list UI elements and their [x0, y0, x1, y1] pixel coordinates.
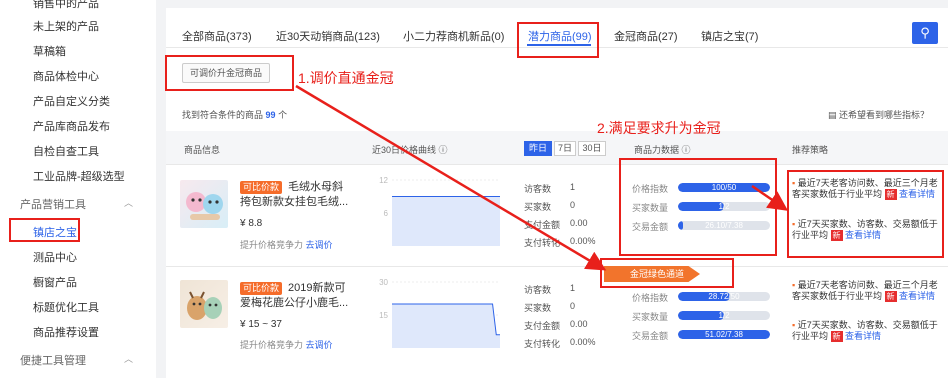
price-area — [392, 304, 500, 348]
sidebar-item-test-center[interactable]: 测品中心 — [33, 249, 77, 265]
tab-30day[interactable]: 近30天动销商品(123) — [276, 28, 380, 44]
sidebar-item-library-publish[interactable]: 产品库商品发布 — [33, 118, 110, 134]
tab-store-treasure[interactable]: 镇店之宝(7) — [701, 28, 758, 44]
power-bar: 51.02/7.38 — [678, 330, 770, 339]
chevron-up-icon[interactable]: ︿ — [124, 196, 133, 209]
adjust-price-link[interactable]: 去调价 — [306, 240, 333, 250]
tab-all[interactable]: 全部商品(373) — [182, 28, 252, 44]
price-curve-chart: 30 15 — [379, 278, 500, 348]
annotation-step-2: 2.满足要求升为金冠 — [597, 120, 721, 136]
product-price: ¥ 8.8 — [240, 218, 263, 229]
annotation-box-tab — [517, 22, 599, 58]
power-label-buyer-count: 买家数量 — [632, 312, 669, 322]
stat-value-buyers: 0 — [570, 200, 576, 210]
power-bar-text: 28.72/50 — [708, 292, 740, 301]
seg-yesterday[interactable]: 昨日 — [524, 141, 552, 156]
sidebar-item-showcase[interactable]: 橱窗产品 — [33, 274, 77, 290]
stat-label-conversion: 支付转化 — [524, 238, 561, 248]
stat-label-visitors: 访客数 — [524, 285, 552, 295]
power-bar: 28.72/50 — [678, 292, 770, 301]
search-button[interactable]: ⚲ — [912, 22, 938, 44]
strategy-item: ▪ 近7天买家数、访客数、交易额低于行业平均 新 查看详情 — [792, 320, 938, 342]
product-image[interactable] — [180, 180, 228, 228]
sidebar-item-title-optimize[interactable]: 标题优化工具 — [33, 299, 99, 315]
stat-value-conversion: 0.00% — [570, 337, 596, 347]
annotation-box-strategy — [787, 170, 944, 258]
sidebar-item-health-check[interactable]: 商品体检中心 — [33, 68, 99, 84]
price-tip: 提升价格竞争力 去调价 — [240, 240, 333, 250]
sidebar-item-unlisted[interactable]: 未上架的产品 — [33, 18, 99, 34]
search-icon: ⚲ — [920, 25, 930, 40]
annotation-box-filter — [165, 55, 294, 91]
sidebar-item-selling[interactable]: 销售中的产品 — [33, 0, 99, 11]
seg-7day[interactable]: 7日 — [554, 141, 576, 156]
chevron-up-icon[interactable]: ︿ — [124, 352, 133, 365]
product-title-link[interactable]: 2019新款可爱梅花鹿公仔小鹿毛... — [240, 281, 352, 311]
chart-tick-label: 6 — [384, 209, 389, 218]
stat-label-visitors: 访客数 — [524, 184, 552, 194]
annotation-box-sidebar — [9, 218, 80, 242]
col-product-info: 商品信息 — [184, 145, 221, 155]
chart-tick-label: 15 — [379, 311, 388, 320]
seg-30day[interactable]: 30日 — [578, 141, 606, 156]
table-row: 可比价款 2019新款可爱梅花鹿公仔小鹿毛... ¥ 15 ~ 37 提升价格竞… — [166, 268, 948, 378]
stat-value-payment: 0.00 — [570, 218, 588, 228]
stat-value-payment: 0.00 — [570, 319, 588, 329]
product-price: ¥ 15 ~ 37 — [240, 319, 282, 330]
chart-tick-label: 30 — [379, 278, 388, 287]
stat-label-payment: 支付金额 — [524, 220, 561, 230]
stat-label-payment: 支付金额 — [524, 321, 561, 331]
metrics-feedback-link[interactable]: ▤ 还希望看到哪些指标？ — [828, 108, 929, 121]
product-title-link[interactable]: 毛绒水母斜挎包新款女挂包毛绒... — [240, 180, 352, 210]
stat-label-conversion: 支付转化 — [524, 339, 561, 349]
table-header: 商品信息 近30日价格曲线 ⓘ 昨日 7日 30日 商品力数据 ⓘ 推荐策略 — [166, 131, 948, 165]
col-strategy: 推荐策略 — [792, 145, 829, 155]
power-bar-text: 51.02/7.38 — [705, 330, 743, 339]
tab-golden-crown[interactable]: 金冠商品(27) — [614, 28, 678, 44]
stat-value-conversion: 0.00% — [570, 236, 596, 246]
new-badge: 新 — [884, 291, 897, 302]
top-strip — [166, 0, 948, 8]
stat-value-buyers: 0 — [570, 301, 576, 311]
annotation-step-1: 1.调价直通金冠 — [298, 70, 394, 86]
price-tip: 提升价格竞争力 去调价 — [240, 340, 333, 350]
golden-crown-channel-tag: 金冠绿色通道 — [604, 266, 700, 282]
tab-new-recommend[interactable]: 小二力荐商机新品(0) — [403, 28, 504, 44]
sidebar-item-self-check[interactable]: 自检自查工具 — [33, 143, 99, 159]
stat-value-visitors: 1 — [570, 283, 576, 293]
adjust-price-link[interactable]: 去调价 — [306, 340, 333, 350]
comment-icon: ▤ — [828, 110, 837, 120]
sidebar-group-tools[interactable]: 便捷工具管理 — [20, 352, 86, 368]
power-bar: 1/2 — [678, 311, 770, 320]
sidebar-group-marketing[interactable]: 产品营销工具 — [20, 196, 86, 212]
product-image[interactable] — [180, 280, 228, 328]
sidebar-item-custom-category[interactable]: 产品自定义分类 — [33, 93, 110, 109]
chart-tick-label: 12 — [379, 176, 388, 185]
view-details-link[interactable]: 查看详情 — [899, 291, 935, 301]
col-power: 商品力数据 ⓘ — [634, 145, 691, 155]
annotation-box-power — [619, 158, 777, 256]
view-details-link[interactable]: 查看详情 — [845, 331, 881, 341]
power-bar-text: 1/2 — [718, 311, 730, 320]
power-label-price-index: 价格指数 — [632, 293, 669, 303]
power-label-trade-amount: 交易金额 — [632, 331, 669, 341]
plush-deer-image — [187, 291, 222, 320]
sidebar-item-recommend-settings[interactable]: 商品推荐设置 — [33, 324, 99, 340]
price-curve-chart: 12 6 — [379, 176, 500, 246]
stat-value-visitors: 1 — [570, 182, 576, 192]
stat-label-buyers: 买家数 — [524, 303, 552, 313]
strategy-item: ▪ 最近7天老客访问数、最近三个月老客买家数低于行业平均 新 查看详情 — [792, 280, 938, 302]
price-area — [392, 196, 500, 246]
col-price-curve: 近30日价格曲线 ⓘ — [372, 145, 448, 155]
stat-label-buyers: 买家数 — [524, 202, 552, 212]
plush-toy-image — [186, 192, 223, 220]
new-badge: 新 — [830, 331, 843, 342]
sidebar-item-brand-selection[interactable]: 工业品牌-超级选型 — [33, 168, 125, 184]
sidebar-item-drafts[interactable]: 草稿箱 — [33, 43, 66, 59]
result-count: 找到符合条件的商品 99 个 — [182, 110, 288, 120]
sidebar: 销售中的产品 未上架的产品 草稿箱 商品体检中心 产品自定义分类 产品库商品发布… — [0, 0, 156, 378]
